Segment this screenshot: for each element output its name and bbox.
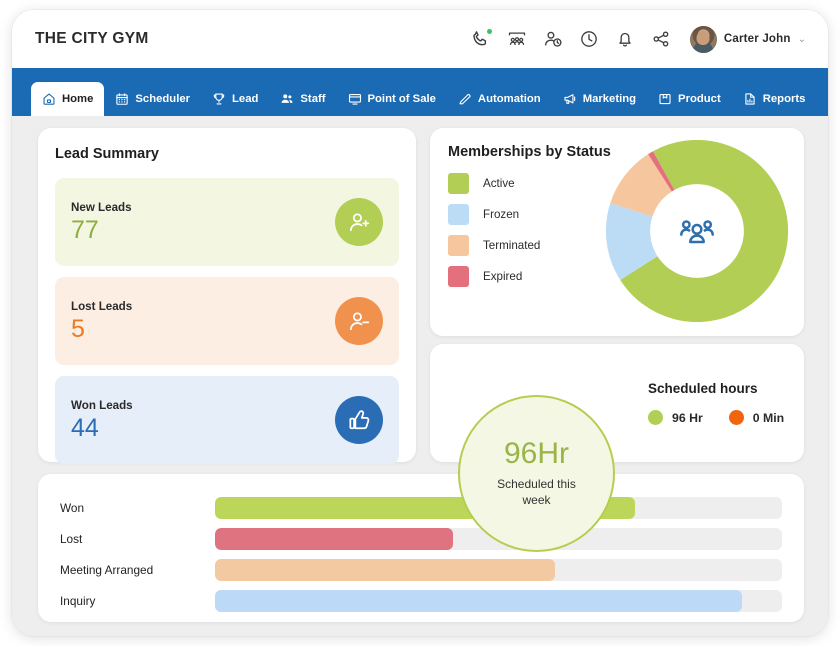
header-actions: Carter John ⌄ (470, 26, 806, 53)
pencil-icon (458, 92, 472, 106)
page-title: THE CITY GYM (35, 30, 149, 48)
dashboard-content: Lead Summary New Leads 77 Lost Leads (12, 116, 828, 636)
nav-label-reports: Reports (763, 93, 806, 105)
nav-label-scheduler: Scheduler (135, 93, 190, 105)
legend-swatch-active (448, 173, 469, 194)
legend-swatch-expired (448, 266, 469, 287)
user-minus-icon (335, 297, 383, 345)
lead-row-new-leads[interactable]: New Leads 77 (55, 178, 399, 266)
phone-icon[interactable] (470, 28, 492, 50)
calendar-icon (115, 92, 129, 106)
nav-item-automation[interactable]: Automation (447, 82, 552, 116)
nav-item-scheduler[interactable]: Scheduler (104, 82, 201, 116)
nav-label-automation: Automation (478, 93, 541, 105)
lead-value-won: 44 (71, 416, 133, 441)
pipeline-track-inquiry[interactable] (215, 590, 782, 612)
legend-label-terminated: Terminated (483, 239, 540, 252)
legend-label-minutes: 0 Min (753, 411, 784, 425)
pipeline-label-inquiry: Inquiry (60, 594, 215, 608)
nav-item-reports[interactable]: Reports (732, 82, 817, 116)
pipeline-row-won: Won (60, 492, 782, 523)
nav-item-home[interactable]: Home (31, 82, 104, 116)
pipeline-row-lost: Lost (60, 523, 782, 554)
lead-label-lost: Lost Leads (71, 300, 132, 313)
nav-label-lead: Lead (232, 93, 258, 105)
lead-value-lost: 5 (71, 317, 132, 342)
bell-icon[interactable] (614, 28, 636, 50)
trophy-icon (212, 92, 226, 106)
nav-label-marketing: Marketing (583, 93, 636, 105)
users-icon (280, 92, 294, 106)
nav-item-staff[interactable]: Staff (269, 82, 336, 116)
user-name-label: Carter John (724, 33, 791, 45)
legend-label-expired: Expired (483, 270, 522, 283)
online-status-dot (487, 29, 492, 34)
nav-label-staff: Staff (300, 93, 325, 105)
pipeline-fill-lost (215, 528, 453, 550)
nav-label-product: Product (678, 93, 721, 105)
legend-label-active: Active (483, 177, 515, 190)
monitor-icon (348, 92, 362, 106)
report-icon (743, 92, 757, 106)
scheduled-hours-title: Scheduled hours (648, 381, 784, 396)
legend-label-hours: 96 Hr (672, 411, 703, 425)
lead-summary-card: Lead Summary New Leads 77 Lost Leads (38, 128, 416, 462)
scheduled-legend-hours: 96 Hr (648, 410, 703, 425)
lead-summary-title: Lead Summary (55, 146, 399, 162)
nav-item-point-of-sale[interactable]: Point of Sale (337, 82, 447, 116)
pipeline-row-inquiry: Inquiry (60, 585, 782, 616)
memberships-card: Memberships by Status Active Frozen Term… (430, 128, 804, 336)
pipeline-track-meeting-arranged[interactable] (215, 559, 782, 581)
lead-label-new: New Leads (71, 201, 132, 214)
pipeline-label-won: Won (60, 501, 215, 515)
lead-value-new: 77 (71, 218, 132, 243)
share-icon[interactable] (650, 28, 672, 50)
user-plus-icon (335, 198, 383, 246)
thumbs-up-icon (335, 396, 383, 444)
lead-pipeline-card: Won Lost Meeting Arranged Inquiry (38, 474, 804, 622)
legend-dot-hours (648, 410, 663, 425)
lead-row-lost-leads[interactable]: Lost Leads 5 (55, 277, 399, 365)
avatar (690, 26, 717, 53)
chevron-down-icon[interactable]: ⌄ (798, 34, 806, 45)
megaphone-icon (563, 92, 577, 106)
app-window: THE CITY GYM (12, 10, 828, 636)
user-clock-icon[interactable] (542, 28, 564, 50)
pipeline-fill-inquiry (215, 590, 742, 612)
pipeline-fill-meeting-arranged (215, 559, 555, 581)
legend-swatch-frozen (448, 204, 469, 225)
box-icon (658, 92, 672, 106)
meeting-group-icon[interactable] (506, 28, 528, 50)
legend-label-frozen: Frozen (483, 208, 519, 221)
pipeline-label-meeting-arranged: Meeting Arranged (60, 563, 215, 577)
lead-row-won-leads[interactable]: Won Leads 44 (55, 376, 399, 464)
scheduled-hours-value: 96Hr (504, 439, 569, 469)
gear-icon (827, 92, 828, 106)
lead-label-won: Won Leads (71, 399, 133, 412)
legend-swatch-terminated (448, 235, 469, 256)
clock-icon[interactable] (578, 28, 600, 50)
scheduled-hours-legend: 96 Hr 0 Min (648, 410, 784, 425)
scheduled-hours-gauge[interactable]: 96Hr Scheduled this week (458, 395, 615, 552)
memberships-donut-chart[interactable] (606, 140, 788, 322)
scheduled-legend-minutes: 0 Min (729, 410, 784, 425)
nav-label-home: Home (62, 93, 93, 105)
main-navigation: Home Scheduler Lead (12, 68, 828, 116)
nav-label-point-of-sale: Point of Sale (368, 93, 436, 105)
pipeline-label-lost: Lost (60, 532, 215, 546)
nav-item-marketing[interactable]: Marketing (552, 82, 647, 116)
app-header: THE CITY GYM (12, 10, 828, 68)
nav-item-setup[interactable]: Setup (816, 82, 828, 116)
user-menu[interactable]: Carter John ⌄ (690, 26, 806, 53)
nav-item-lead[interactable]: Lead (201, 82, 269, 116)
scheduled-hours-caption: Scheduled this week (489, 477, 584, 508)
pipeline-row-meeting-arranged: Meeting Arranged (60, 554, 782, 585)
people-group-icon (654, 188, 740, 274)
nav-item-product[interactable]: Product (647, 82, 732, 116)
legend-dot-minutes (729, 410, 744, 425)
home-icon (42, 92, 56, 106)
